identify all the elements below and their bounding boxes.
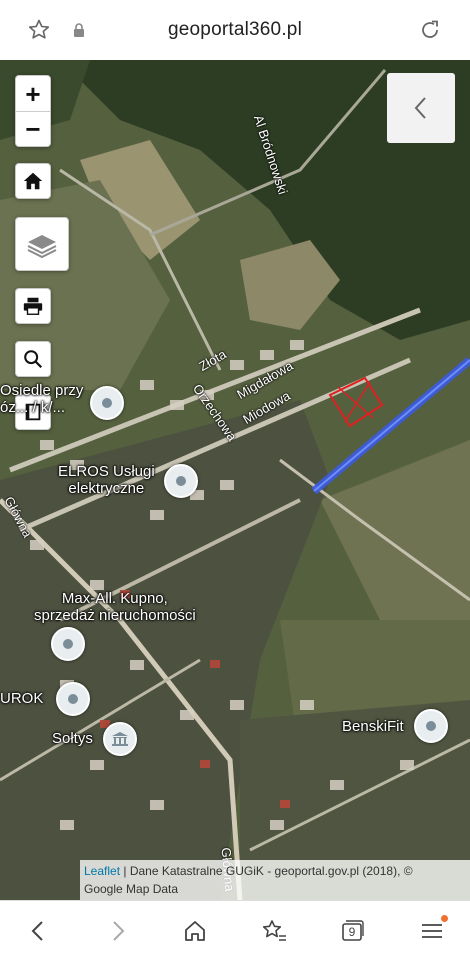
attribution-google: Google Map Data — [84, 882, 179, 896]
search-icon — [24, 350, 43, 369]
attribution-text: | Dane Katastralne GUGiK - geoportal.gov… — [120, 864, 413, 878]
home-button[interactable] — [15, 163, 51, 199]
place-label-benskifit: BenskiFit — [342, 718, 404, 735]
bookmarks-button[interactable] — [259, 917, 289, 945]
side-panel-toggle[interactable] — [387, 73, 455, 143]
print-button[interactable] — [15, 288, 51, 324]
place-marker-benskifit[interactable] — [414, 709, 448, 743]
notification-dot — [441, 915, 448, 922]
print-icon — [23, 297, 43, 315]
chevron-left-icon — [414, 97, 426, 119]
reload-icon[interactable] — [416, 16, 444, 44]
browser-top-bar: geoportal360.pl — [0, 0, 470, 61]
star-list-icon — [262, 920, 286, 941]
home-nav-button[interactable] — [181, 917, 209, 945]
place-label-osiedle: Osiedle przy óz... / k/... — [0, 382, 84, 416]
address-bar-url[interactable]: geoportal360.pl — [0, 19, 470, 41]
menu-button[interactable] — [418, 915, 448, 945]
zoom-in-button[interactable]: + — [16, 77, 50, 111]
leaflet-link[interactable]: Leaflet — [84, 864, 120, 878]
place-label-elros: ELROS Usługi elektryczne — [58, 463, 155, 497]
building-icon — [112, 732, 128, 746]
place-label-max-all: Max-All. Kupno, sprzedaż nieruchomości — [34, 590, 196, 624]
search-button[interactable] — [15, 341, 51, 377]
place-marker-soltys[interactable] — [103, 722, 137, 756]
layers-icon — [27, 235, 57, 259]
map-attribution: Leaflet | Dane Katastralne GUGiK - geopo… — [80, 860, 470, 900]
place-label-soltys: Sołtys — [52, 730, 93, 747]
hamburger-menu-icon — [422, 924, 442, 938]
home-icon — [185, 921, 205, 941]
back-button[interactable] — [24, 917, 52, 945]
zoom-control: + − — [15, 75, 51, 147]
place-label-urok: UROK — [0, 690, 44, 707]
tab-count: 9 — [348, 925, 356, 939]
tabs-button[interactable]: 9 — [338, 917, 366, 945]
place-marker-max-all[interactable] — [51, 627, 85, 661]
chevron-right-icon — [113, 921, 125, 941]
zoom-out-button[interactable]: − — [16, 110, 50, 146]
browser-bottom-bar: 9 — [0, 900, 470, 961]
forward-button[interactable] — [104, 917, 132, 945]
layers-button[interactable] — [15, 217, 69, 271]
home-icon — [23, 172, 43, 190]
place-marker-urok[interactable] — [56, 682, 90, 716]
place-marker-osiedle[interactable] — [90, 386, 124, 420]
place-marker-elros[interactable] — [164, 464, 198, 498]
chevron-left-icon — [31, 921, 43, 941]
map-view[interactable]: + − Al Bródnowski Złota Migdałowa Miodow… — [0, 60, 470, 900]
